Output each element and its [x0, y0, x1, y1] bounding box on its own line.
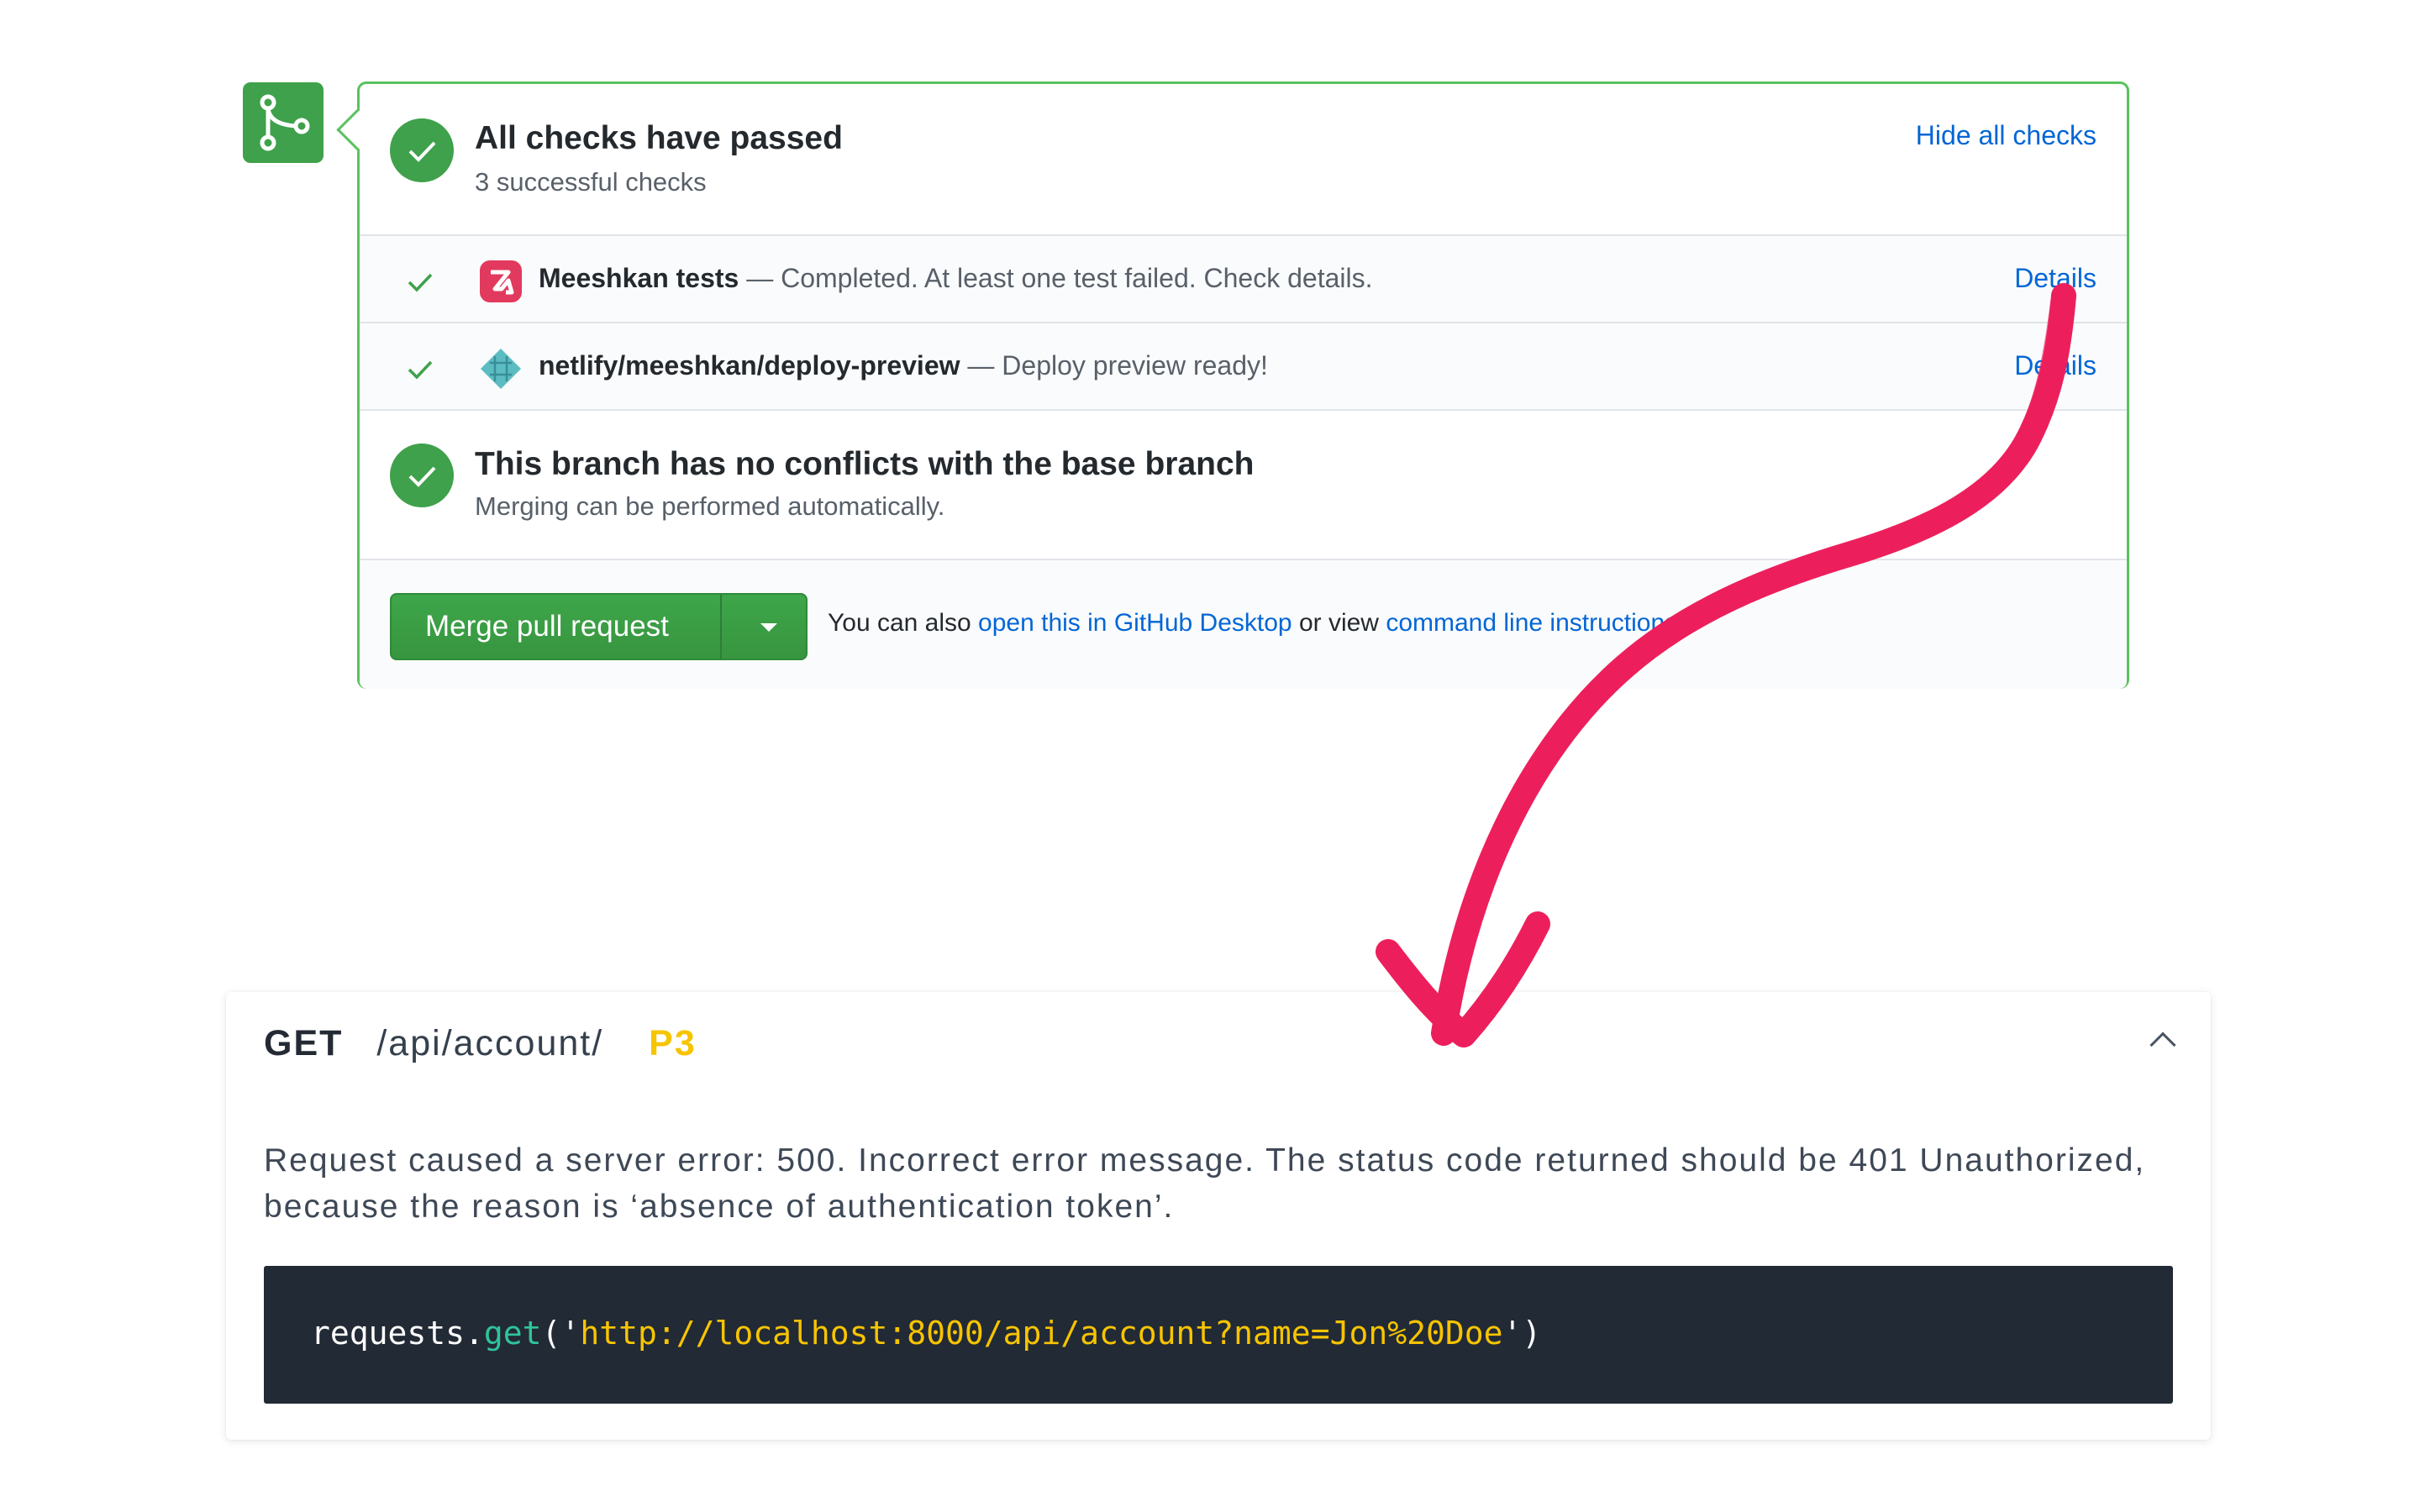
chevron-up-icon[interactable] — [2149, 1032, 2176, 1058]
netlify-logo-icon — [481, 349, 521, 389]
check-description: Meeshkan tests — Completed. At least one… — [539, 263, 1373, 294]
code-close: ') — [1502, 1315, 1542, 1352]
checks-title: All checks have passed — [475, 120, 843, 156]
caret-down-icon[interactable] — [760, 623, 777, 632]
check-mark-icon — [408, 360, 433, 380]
hint-middle: or view — [1298, 609, 1379, 637]
check-status: — Completed. At least one test failed. C… — [746, 263, 1373, 293]
code-line: requests.get('http://localhost:8000/api/… — [311, 1315, 1541, 1352]
merge-hint: You can also open this in GitHub Desktop… — [828, 609, 1684, 638]
merge-pull-request-button[interactable]: Merge pull request — [390, 593, 808, 660]
success-check-icon — [390, 118, 454, 182]
check-name: Meeshkan tests — [539, 263, 739, 293]
check-row: Meeshkan tests — Completed. At least one… — [360, 234, 2127, 322]
code-url: http://localhost:8000/api/account?name=J… — [580, 1315, 1503, 1352]
conflicts-title: This branch has no conflicts with the ba… — [475, 446, 1255, 482]
code-open: (' — [541, 1315, 581, 1352]
hint-prefix: You can also — [828, 609, 971, 637]
priority-badge: P3 — [649, 1023, 697, 1063]
code-dot: . — [465, 1315, 484, 1352]
success-check-icon — [390, 444, 454, 507]
endpoint-title: GET /api/account/ P3 — [264, 1023, 697, 1064]
endpoint-path: /api/account/ — [376, 1023, 604, 1063]
error-description: Request caused a server error: 500. Inco… — [264, 1142, 2146, 1225]
checks-summary: All checks have passed 3 successful chec… — [360, 84, 2127, 234]
check-mark-icon — [408, 273, 433, 292]
check-status: — Deploy preview ready! — [967, 350, 1268, 381]
checks-subtitle: 3 successful checks — [475, 167, 707, 197]
test-report-card: GET /api/account/ P3 Request caused a se… — [226, 992, 2211, 1440]
conflicts-subtitle: Merging can be performed automatically. — [475, 491, 945, 521]
details-link[interactable]: Details — [2014, 263, 2096, 294]
conflicts-status: This branch has no conflicts with the ba… — [360, 409, 2127, 559]
merge-status-box: All checks have passed 3 successful chec… — [357, 81, 2129, 689]
merge-button-label: Merge pull request — [425, 610, 669, 643]
git-merge-icon — [243, 82, 324, 163]
button-divider — [720, 595, 722, 659]
command-line-instructions-link[interactable]: command line instructions. — [1386, 609, 1684, 637]
details-link[interactable]: Details — [2014, 350, 2096, 381]
github-desktop-link[interactable]: open this in GitHub Desktop — [978, 609, 1292, 637]
check-description: netlify/meeshkan/deploy-preview — Deploy… — [539, 350, 1268, 381]
check-row: netlify/meeshkan/deploy-preview — Deploy… — [360, 322, 2127, 409]
hide-all-checks-link[interactable]: Hide all checks — [1916, 120, 2096, 151]
merge-actions: Merge pull request You can also open thi… — [360, 559, 2127, 689]
code-snippet: requests.get('http://localhost:8000/api/… — [264, 1266, 2173, 1404]
http-method: GET — [264, 1023, 344, 1063]
code-object: requests — [311, 1315, 466, 1352]
check-name: netlify/meeshkan/deploy-preview — [539, 350, 960, 381]
code-function: get — [483, 1315, 542, 1352]
meeshkan-logo-icon — [480, 260, 522, 302]
